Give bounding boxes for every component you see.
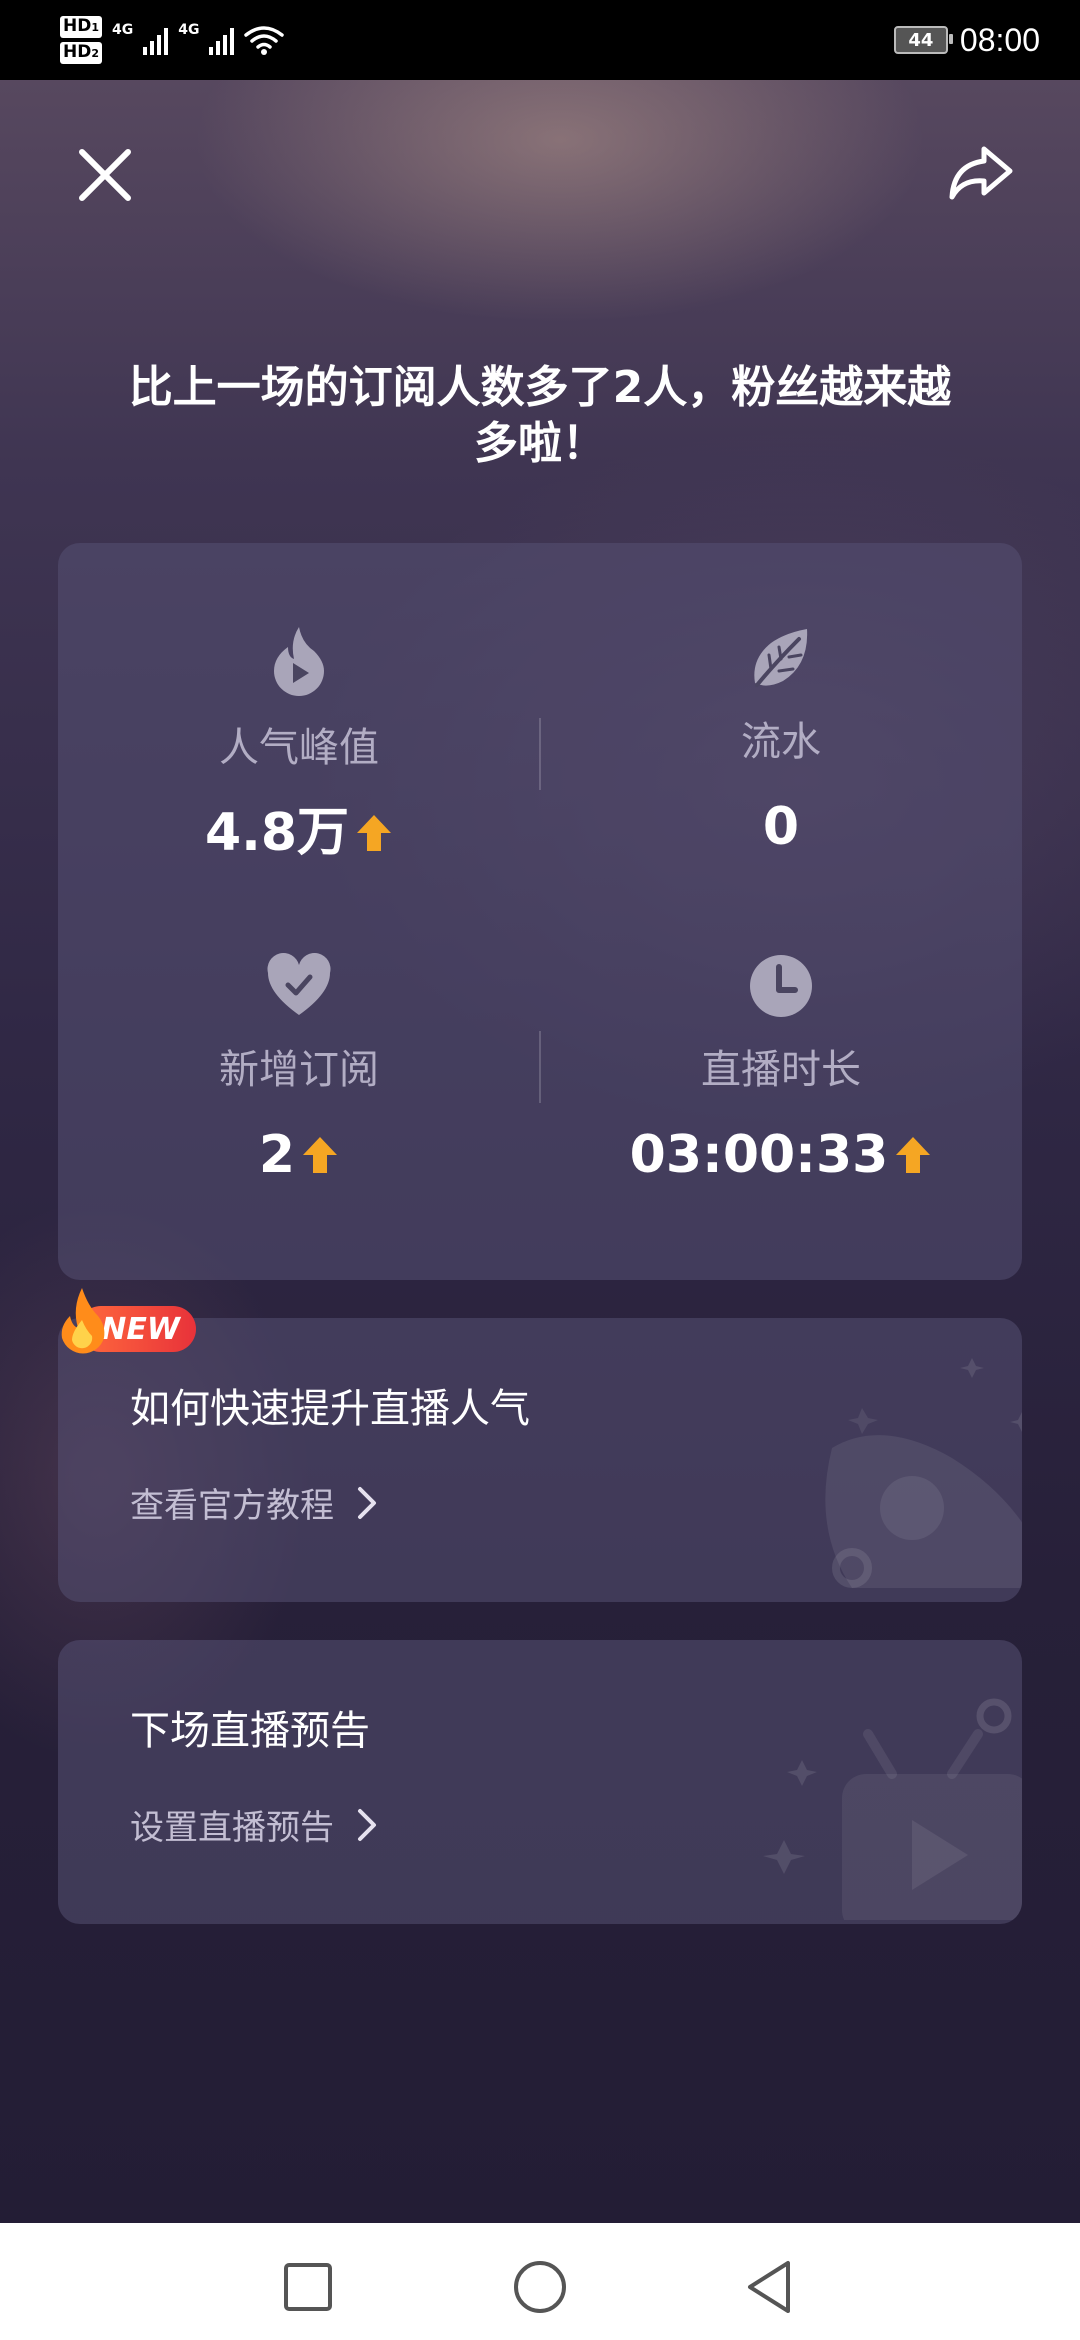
stat-revenue: 流水 0 [540,625,1022,857]
hd-slot-2: 2 [91,47,99,60]
stat-label: 人气峰值 [219,725,379,771]
stat-label: 新增订阅 [219,1047,379,1093]
circle-icon[interactable] [510,2257,570,2317]
stats-card: 人气峰值 4.8万 流水 0 新增订阅 2 直播时长 03:00:33 [58,543,1022,1280]
hd-label-1: HD [63,16,92,36]
signal-bars-1-icon [143,25,169,55]
triangle-back-icon[interactable] [740,2257,800,2317]
clock: 08:00 [959,21,1040,58]
set-preview-label: 设置直播预告 [130,1808,334,1848]
hd-label-2: HD [63,42,92,62]
signal-bars-2-icon [209,25,235,55]
hd-slot-1: 1 [91,21,99,34]
hd-indicators: HD1 HD2 [60,16,102,64]
view-tutorial-link[interactable]: 查看官方教程 [130,1478,378,1527]
stat-value: 0 [762,797,800,857]
leaf-icon [754,629,808,687]
hd-indicator-1: HD1 [60,16,102,38]
battery-icon: 44 [893,26,953,54]
fire-icon [61,1288,105,1354]
up-arrow-icon [303,1137,338,1173]
network-type-2: 4G [178,22,200,38]
stat-value-row: 4.8万 [58,803,540,863]
stat-label: 直播时长 [701,1047,861,1093]
stat-label: 流水 [741,719,821,765]
view-tutorial-label: 查看官方教程 [130,1486,334,1526]
chevron-right-icon [358,1486,376,1519]
tutorial-card[interactable]: 如何快速提升直播人气 查看官方教程 [58,1318,1022,1602]
status-bar: HD1 HD2 4G 4G 44 08:00 [0,0,1080,80]
square-icon[interactable] [278,2257,338,2317]
close-icon[interactable] [70,140,140,210]
stat-value-row: 03:00:33 [540,1125,1022,1185]
clock-icon [750,955,812,1017]
stat-value: 2 [258,1125,296,1185]
battery-level: 44 [908,29,934,51]
system-nav-bar [0,2223,1080,2340]
live-preview-card[interactable]: 下场直播预告 设置直播预告 [58,1640,1022,1924]
signal-group: HD1 HD2 4G 4G [60,10,285,70]
new-badge: NEW [58,1288,198,1358]
rocket-icon [825,1358,1022,1588]
heart-check-icon [267,953,331,1015]
new-label: NEW [101,1311,180,1347]
flame-icon [274,627,324,696]
up-arrow-icon [896,1137,931,1173]
share-icon[interactable] [944,135,1020,211]
network-type-1: 4G [112,22,134,38]
status-right: 44 08:00 [893,0,1040,80]
stat-value: 4.8万 [204,803,350,863]
preview-title: 下场直播预告 [130,1708,370,1754]
stat-value: 03:00:33 [629,1125,889,1185]
wifi-icon [244,26,285,55]
stat-value-row: 0 [540,797,1022,857]
set-preview-link[interactable]: 设置直播预告 [130,1800,378,1849]
hd-indicator-2: HD2 [60,42,102,64]
up-arrow-icon [357,815,392,851]
stat-peak-popularity: 人气峰值 4.8万 [58,625,540,863]
tutorial-title: 如何快速提升直播人气 [130,1386,530,1432]
stat-value-row: 2 [58,1125,540,1185]
stat-new-subscriptions: 新增订阅 2 [58,953,540,1185]
chevron-right-icon [358,1808,376,1841]
stat-live-duration: 直播时长 03:00:33 [540,953,1022,1185]
page-headline: 比上一场的订阅人数多了2人，粉丝越来越多啦！ [128,362,952,469]
tv-icon [763,1698,1022,1920]
